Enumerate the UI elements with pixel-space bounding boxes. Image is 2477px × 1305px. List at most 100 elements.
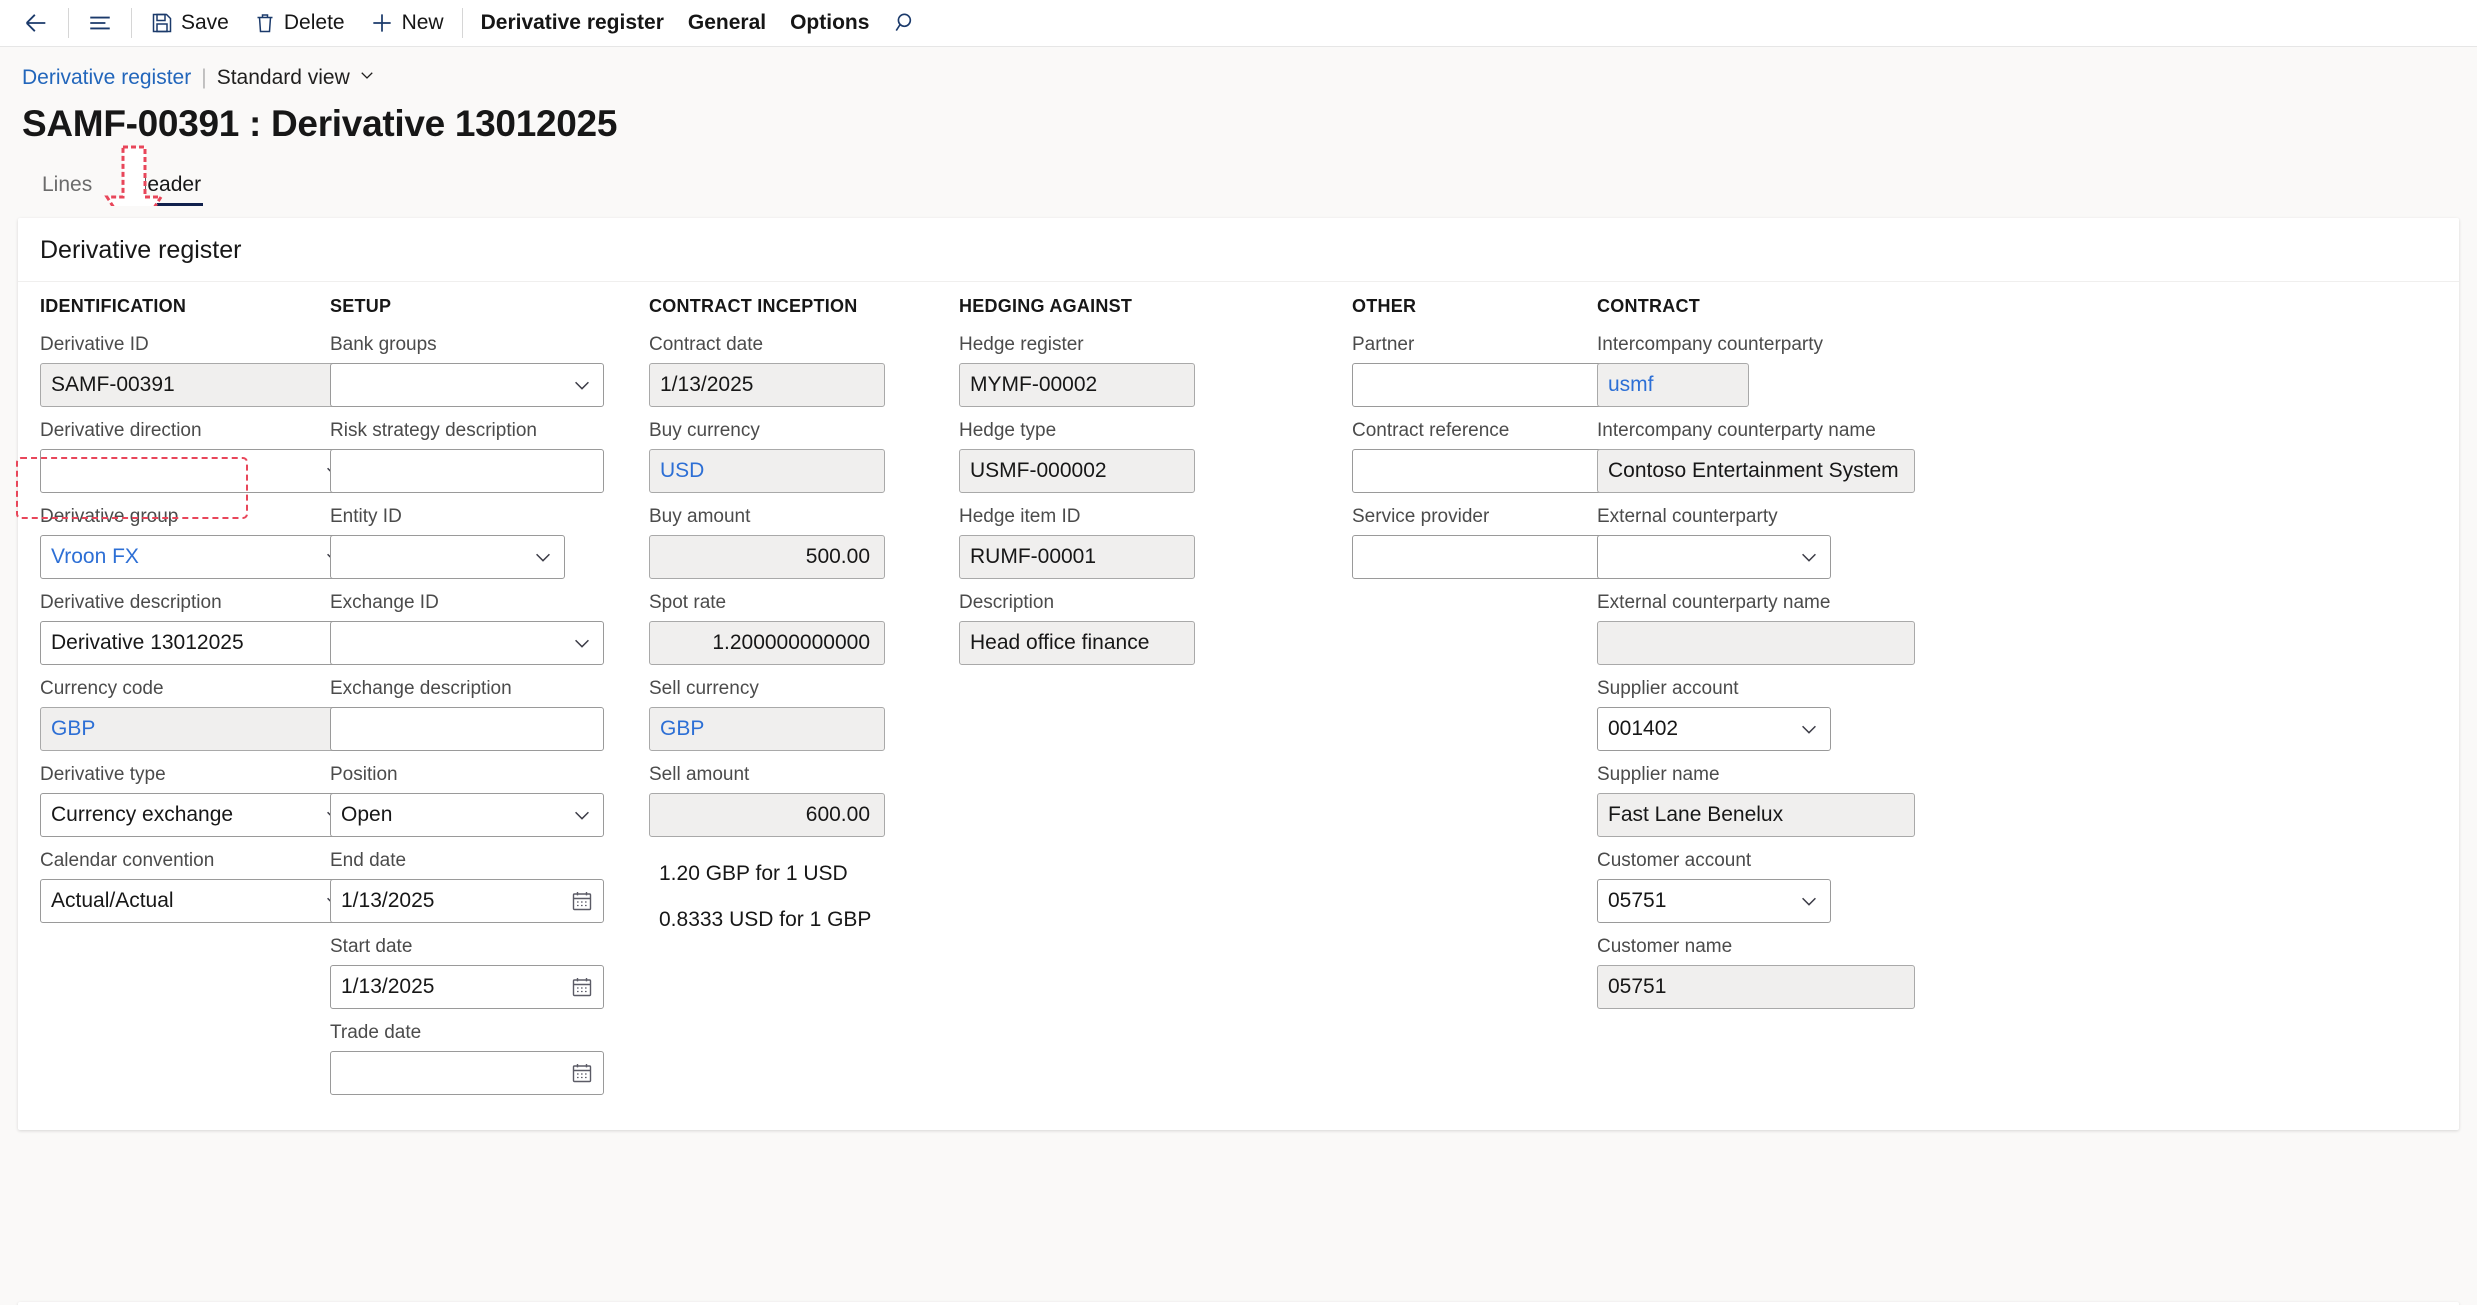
column-contract: CONTRACT Intercompany counterparty usmf … (1597, 296, 1915, 1108)
page-title: SAMF-00391 : Derivative 13012025 (22, 103, 618, 144)
menu-derivative-register[interactable]: Derivative register (469, 0, 676, 47)
label-contract-date: Contract date (649, 334, 764, 355)
value-hedge-register: MYMF-00002 (970, 373, 1098, 396)
dropdown-supplier-account[interactable]: 001402 (1597, 707, 1831, 751)
input-hedge-type[interactable]: USMF-000002 (959, 449, 1195, 493)
save-label: Save (181, 11, 229, 34)
input-exchange-description[interactable] (330, 707, 604, 751)
save-icon (150, 11, 174, 35)
input-derivative-id[interactable]: SAMF-00391 (40, 363, 356, 407)
field-customer-name: Customer name 05751 (1597, 936, 1915, 1009)
dropdown-calendar-convention[interactable]: Actual/Actual (40, 879, 356, 923)
input-external-counterparty-name[interactable] (1597, 621, 1915, 665)
label-intercompany-counterparty: Intercompany counterparty (1597, 334, 1824, 355)
column-heading-contract: CONTRACT (1597, 296, 1700, 316)
view-selector-label: Standard view (216, 65, 350, 89)
label-external-counterparty: External counterparty (1597, 506, 1778, 527)
value-sell-amount: 600.00 (805, 803, 870, 826)
search-button[interactable] (881, 0, 931, 47)
field-derivative-type: Derivative type Currency exchange (40, 764, 356, 837)
label-customer-account: Customer account (1597, 850, 1752, 871)
calendar-icon[interactable] (570, 880, 594, 922)
value-intercompany-counterparty: usmf (1608, 373, 1654, 396)
dropdown-derivative-group[interactable]: Vroon FX (40, 535, 356, 579)
delete-label: Delete (283, 11, 345, 34)
breadcrumb-link[interactable]: Derivative register (22, 66, 191, 90)
field-buy-currency: Buy currency USD (649, 420, 889, 493)
input-spot-rate[interactable]: 1.200000000000 (649, 621, 885, 665)
delete-button[interactable]: Delete (241, 0, 357, 47)
dropdown-derivative-type[interactable]: Currency exchange (40, 793, 356, 837)
field-supplier-name: Supplier name Fast Lane Benelux (1597, 764, 1915, 837)
dropdown-position[interactable]: Open (330, 793, 604, 837)
menu-options-label: Options (790, 11, 870, 34)
input-supplier-name[interactable]: Fast Lane Benelux (1597, 793, 1915, 837)
input-contract-date[interactable]: 1/13/2025 (649, 363, 885, 407)
save-button[interactable]: Save (138, 0, 241, 47)
value-position: Open (341, 803, 393, 826)
dropdown-derivative-direction[interactable] (40, 449, 356, 493)
input-sell-amount[interactable]: 600.00 (649, 793, 885, 837)
value-calendar-convention: Actual/Actual (51, 889, 174, 912)
field-external-counterparty: External counterparty (1597, 506, 1915, 579)
dropdown-entity-id[interactable] (330, 535, 565, 579)
label-start-date: Start date (330, 936, 413, 957)
chevron-down-icon (571, 622, 593, 664)
value-intercompany-counterparty-name: Contoso Entertainment System … (1608, 459, 1904, 482)
back-button[interactable] (10, 0, 62, 47)
column-heading-identification: IDENTIFICATION (40, 296, 187, 316)
field-exchange-description: Exchange description (330, 678, 604, 751)
menu-general[interactable]: General (676, 0, 778, 47)
datepicker-start-date[interactable]: 1/13/2025 (330, 965, 604, 1009)
input-intercompany-counterparty[interactable]: usmf (1597, 363, 1749, 407)
field-intercompany-counterparty-name: Intercompany counterparty name Contoso E… (1597, 420, 1915, 493)
input-buy-currency[interactable]: USD (649, 449, 885, 493)
input-hedge-description[interactable]: Head office finance (959, 621, 1195, 665)
value-spot-rate: 1.200000000000 (712, 631, 870, 654)
input-intercompany-counterparty-name[interactable]: Contoso Entertainment System … (1597, 449, 1915, 493)
label-derivative-id: Derivative ID (40, 334, 149, 355)
label-customer-name: Customer name (1597, 936, 1733, 957)
field-buy-amount: Buy amount 500.00 (649, 506, 889, 579)
field-sell-currency: Sell currency GBP (649, 678, 889, 751)
show-hide-navigation-button[interactable] (75, 0, 125, 47)
label-hedge-type: Hedge type (959, 420, 1057, 441)
view-selector[interactable]: Standard view (217, 66, 376, 90)
input-risk-strategy-description[interactable] (330, 449, 604, 493)
field-spot-rate: Spot rate 1.200000000000 (649, 592, 889, 665)
dropdown-exchange-id[interactable] (330, 621, 604, 665)
menu-options[interactable]: Options (778, 0, 881, 47)
datepicker-end-date[interactable]: 1/13/2025 (330, 879, 604, 923)
tab-header[interactable]: Header (112, 173, 221, 206)
input-customer-name[interactable]: 05751 (1597, 965, 1915, 1009)
value-hedge-type: USMF-000002 (970, 459, 1107, 482)
calendar-icon[interactable] (570, 1052, 594, 1094)
input-derivative-description[interactable]: Derivative 13012025 (40, 621, 356, 665)
fasttab-header[interactable]: Derivative register (18, 218, 2459, 282)
label-risk-strategy-description: Risk strategy description (330, 420, 537, 441)
dropdown-customer-account[interactable]: 05751 (1597, 879, 1831, 923)
input-hedge-register[interactable]: MYMF-00002 (959, 363, 1195, 407)
label-supplier-name: Supplier name (1597, 764, 1720, 785)
calendar-icon[interactable] (570, 966, 594, 1008)
page-header: Derivative register | Standard view SAMF… (0, 47, 2477, 242)
plus-icon (369, 10, 395, 36)
field-risk-strategy-description: Risk strategy description (330, 420, 604, 493)
tab-lines[interactable]: Lines (22, 173, 112, 206)
input-hedge-item-id[interactable]: RUMF-00001 (959, 535, 1195, 579)
chevron-down-icon (1798, 880, 1820, 922)
label-end-date: End date (330, 850, 407, 871)
datepicker-trade-date[interactable] (330, 1051, 604, 1095)
input-buy-amount[interactable]: 500.00 (649, 535, 885, 579)
input-currency-code[interactable]: GBP (40, 707, 356, 751)
field-derivative-direction: Derivative direction (40, 420, 356, 493)
derivative-register-fasttab: Derivative register IDENTIFICATION Deriv… (18, 218, 2459, 1130)
search-icon (893, 10, 919, 36)
breadcrumb-separator: | (201, 66, 207, 89)
field-columns: IDENTIFICATION Derivative ID SAMF-00391 … (18, 282, 2459, 1130)
label-service-provider: Service provider (1352, 506, 1490, 527)
input-sell-currency[interactable]: GBP (649, 707, 885, 751)
dropdown-bank-groups[interactable] (330, 363, 604, 407)
dropdown-external-counterparty[interactable] (1597, 535, 1831, 579)
new-button[interactable]: New (357, 0, 456, 47)
